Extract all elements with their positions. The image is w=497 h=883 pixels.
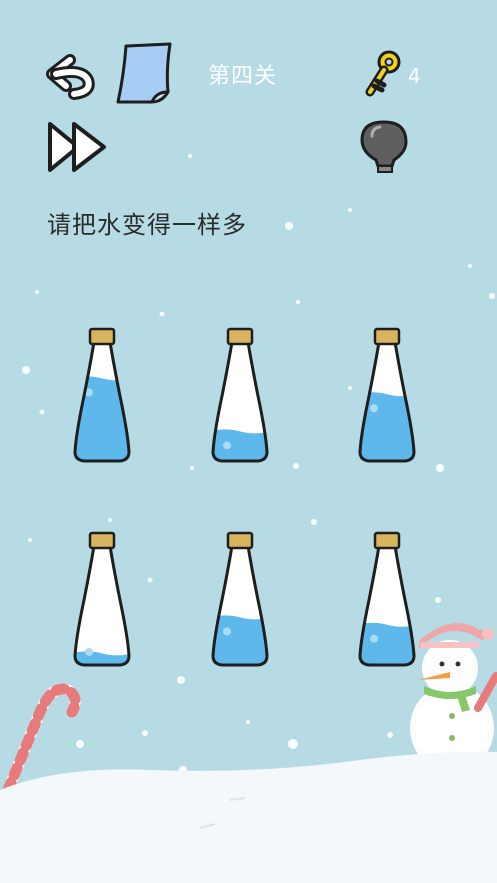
bottle-cap: [373, 327, 401, 346]
water-level: [213, 615, 267, 665]
water-bubble: [370, 634, 378, 643]
bottle-cap: [88, 531, 116, 550]
bottle-3[interactable]: [357, 326, 417, 466]
bottle-cap: [226, 327, 254, 346]
bottle-4[interactable]: [72, 530, 132, 670]
water-bubble: [223, 441, 231, 450]
bottle-cap: [88, 327, 116, 346]
bottle-2[interactable]: [210, 326, 270, 466]
hint-bulb-icon: [360, 120, 408, 173]
level-title: 第四关: [208, 64, 278, 89]
bottle-cap: [373, 531, 401, 550]
note-icon: [116, 42, 172, 104]
undo-button[interactable]: [44, 50, 98, 100]
bottle-6[interactable]: [357, 530, 417, 670]
key-button[interactable]: [364, 48, 404, 100]
fast-forward-icon: [48, 122, 106, 172]
water-bubble: [85, 648, 93, 656]
undo-icon: [46, 54, 95, 100]
note-button[interactable]: [114, 40, 174, 106]
skip-level-button[interactable]: [44, 118, 110, 178]
snow-ground: [0, 751, 497, 883]
instruction-text: 请把水变得一样多: [47, 211, 247, 239]
hint-button[interactable]: [358, 118, 412, 178]
bottle-1[interactable]: [72, 326, 132, 466]
key-count: 4: [408, 64, 421, 88]
bottle-5[interactable]: [210, 530, 270, 670]
game-screen: 第四关 4 请把水变得一样多: [0, 0, 497, 883]
water-bubble: [223, 627, 231, 636]
water-bubble: [370, 404, 378, 413]
bottle-cap: [226, 531, 254, 550]
water-level: [75, 376, 129, 461]
key-icon: [365, 50, 401, 97]
snowman: [410, 622, 497, 772]
